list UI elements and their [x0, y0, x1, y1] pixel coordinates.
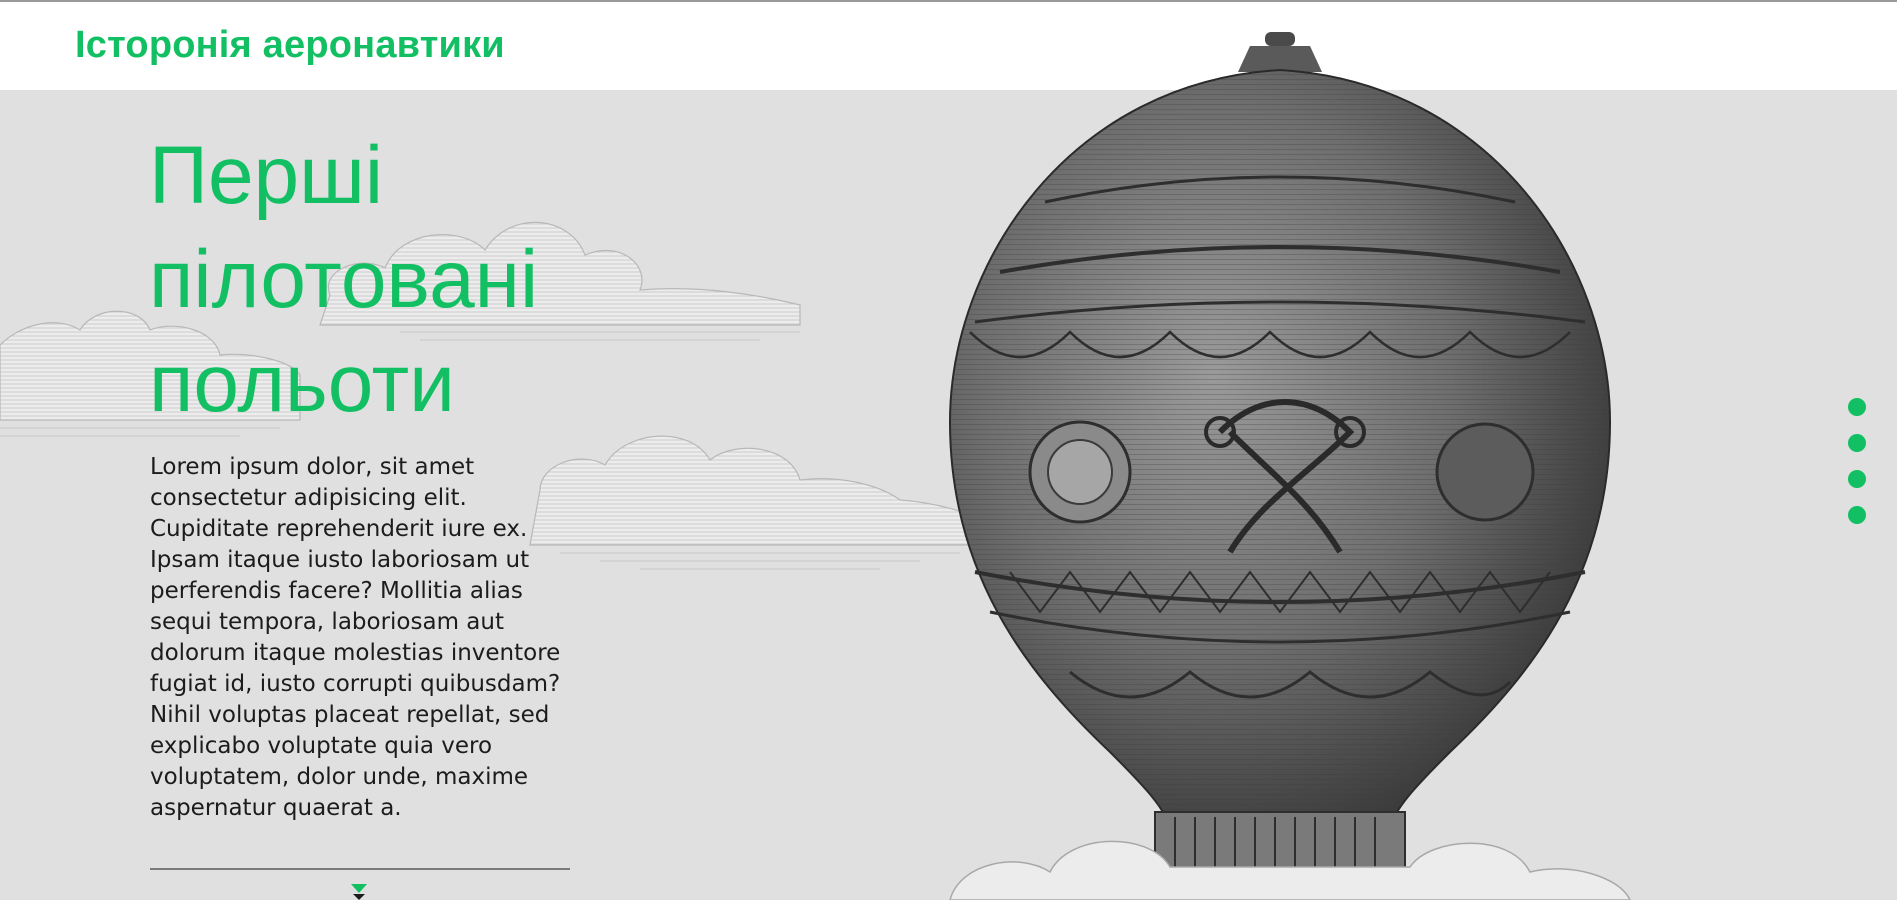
slider-dot-2[interactable]: [1848, 434, 1866, 452]
hero-title: Перші пілотовані польоти: [149, 130, 539, 429]
slider-dots: [1846, 398, 1868, 528]
hot-air-balloon-illustration: [948, 32, 1631, 900]
text-divider: [150, 868, 570, 870]
scroll-down-icon[interactable]: [349, 882, 369, 900]
hero-description: Lorem ipsum dolor, sit amet consectetur …: [150, 454, 561, 821]
slider-dot-3[interactable]: [1848, 470, 1866, 488]
slider-dot-4[interactable]: [1848, 506, 1866, 524]
slider-dot-1[interactable]: [1848, 398, 1866, 416]
cloud-middle: [529, 435, 986, 546]
site-title[interactable]: Історонія аеронавтики: [75, 24, 505, 67]
